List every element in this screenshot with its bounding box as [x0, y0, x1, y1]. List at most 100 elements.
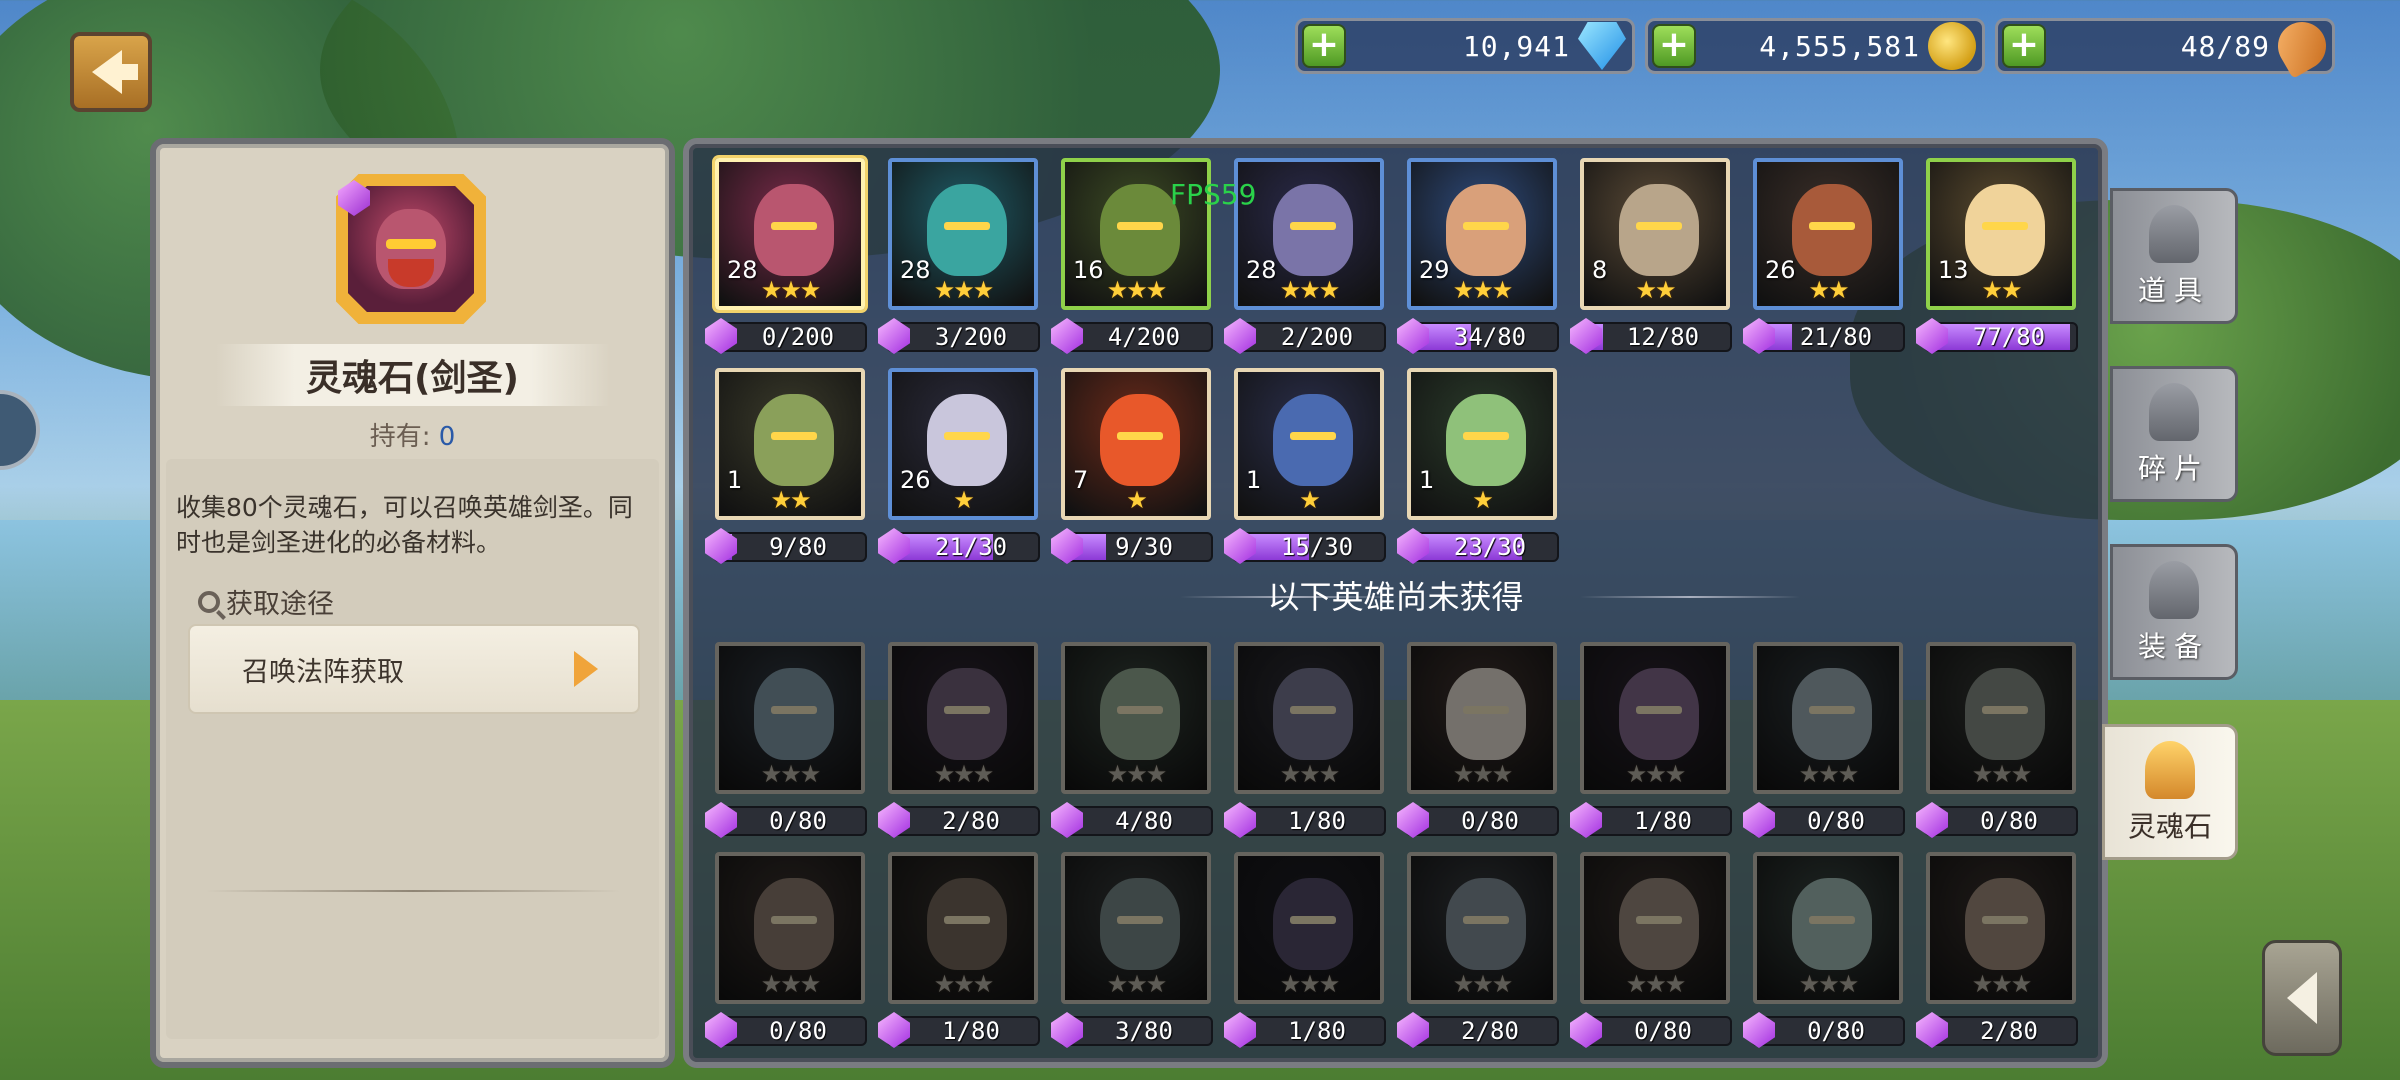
drumstick-icon	[2269, 13, 2335, 79]
hero-soulstone-tile[interactable]: 26 ★	[888, 368, 1038, 520]
tab-fragments[interactable]: 碎片	[2110, 366, 2238, 502]
soulstone-count: 23/30	[1453, 533, 1527, 561]
hero-soulstone-tile[interactable]: ★★★	[1753, 642, 1903, 794]
soulstone-count: 15/30	[1280, 533, 1354, 561]
tab-label: 碎片	[2137, 452, 2210, 485]
not-acquired-heading: 以下英雄尚未获得	[1267, 578, 1524, 616]
hero-eyes	[1982, 706, 2028, 714]
hero-soulstone-tile[interactable]: ★★★	[1580, 642, 1730, 794]
hero-soulstone-tile[interactable]: ★★★	[1926, 852, 2076, 1004]
hero-portrait-icon	[1792, 668, 1872, 760]
hero-portrait-icon	[1100, 184, 1180, 276]
hero-eyes	[1463, 706, 1509, 714]
tab-equipment[interactable]: 装备	[2110, 544, 2238, 680]
hero-portrait-icon	[1619, 878, 1699, 970]
hero-stars: ★★★	[1452, 276, 1514, 304]
hero-eyes	[1982, 916, 2028, 924]
arrow-right-icon	[574, 651, 598, 687]
back-arrow-icon	[92, 50, 138, 94]
collapse-button[interactable]	[2262, 940, 2342, 1056]
hero-eyes	[944, 706, 990, 714]
tab-label: 道具	[2137, 274, 2210, 307]
hero-soulstone-tile[interactable]: ★★★	[1234, 852, 1384, 1004]
soulstone-count: 0/200	[761, 323, 835, 351]
hero-eyes	[771, 916, 817, 924]
tab-items[interactable]: 道具	[2110, 188, 2238, 324]
hero-soulstone-tile[interactable]: ★★★	[1926, 642, 2076, 794]
hero-soulstone-tile[interactable]: 1 ★	[1234, 368, 1384, 520]
hero-eyes	[1463, 222, 1509, 230]
hero-eyes	[771, 222, 817, 230]
hero-stars: ★★★	[1106, 970, 1168, 998]
hero-soulstone-tile[interactable]: 29 ★★★	[1407, 158, 1557, 310]
gold-counter: + 4,555,581	[1645, 18, 1985, 74]
soulstone-count: 0/80	[1634, 1017, 1692, 1045]
hero-soulstone-tile[interactable]: ★★★	[888, 642, 1038, 794]
soulstone-count: 34/80	[1453, 323, 1527, 351]
add-diamonds-button[interactable]: +	[1302, 24, 1346, 68]
hero-soulstone-tile[interactable]: 28 ★★★	[1234, 158, 1384, 310]
hero-portrait-icon	[1792, 878, 1872, 970]
back-button[interactable]	[70, 32, 152, 112]
hero-portrait-icon	[1619, 668, 1699, 760]
hero-portrait-icon	[927, 878, 1007, 970]
hero-stars: ★★★	[1279, 760, 1341, 788]
add-gold-button[interactable]: +	[1652, 24, 1696, 68]
hero-eyes	[944, 916, 990, 924]
hero-stars: ★★★	[760, 276, 822, 304]
soulstone-count: 9/80	[769, 533, 827, 561]
hero-soulstone-tile[interactable]: ★★★	[1061, 642, 1211, 794]
hero-soulstone-tile[interactable]: ★★★	[1580, 852, 1730, 1004]
hero-soulstone-tile[interactable]: ★★★	[1407, 642, 1557, 794]
hero-eyes	[1463, 916, 1509, 924]
hero-portrait-icon	[1446, 394, 1526, 486]
hero-stars: ★★★	[1279, 970, 1341, 998]
soulstone-count: 1/80	[1288, 807, 1346, 835]
hero-stars: ★★★	[1625, 760, 1687, 788]
soulstone-count: 4/200	[1107, 323, 1181, 351]
add-stamina-button[interactable]: +	[2002, 24, 2046, 68]
hero-portrait-icon	[1273, 394, 1353, 486]
hero-soulstone-tile[interactable]: 8 ★★	[1580, 158, 1730, 310]
hero-portrait-icon	[1446, 668, 1526, 760]
helmet-icon	[2149, 383, 2199, 441]
hero-soulstone-tile[interactable]: 26 ★★	[1753, 158, 1903, 310]
hero-soulstone-tile[interactable]: ★★★	[715, 642, 865, 794]
hero-soulstone-tile[interactable]: ★★★	[1061, 852, 1211, 1004]
hero-eyes	[1809, 916, 1855, 924]
hero-soulstone-tile[interactable]: 7 ★	[1061, 368, 1211, 520]
hero-portrait-icon	[927, 394, 1007, 486]
hero-eyes	[1636, 706, 1682, 714]
hero-face-icon	[376, 209, 446, 289]
soulstone-count: 1/80	[1288, 1017, 1346, 1045]
hero-soulstone-tile[interactable]: 1 ★	[1407, 368, 1557, 520]
hero-soulstone-tile[interactable]: 28 ★★★	[715, 158, 865, 310]
hero-soulstone-tile[interactable]: ★★★	[1234, 642, 1384, 794]
hero-portrait-icon	[927, 184, 1007, 276]
diamond-value: 10,941	[1462, 29, 1570, 63]
hero-eyes	[1982, 222, 2028, 230]
hero-soulstone-tile[interactable]: ★★★	[1407, 852, 1557, 1004]
hero-soulstone-tile[interactable]: 1 ★★	[715, 368, 865, 520]
hero-soulstone-tile[interactable]: ★★★	[888, 852, 1038, 1004]
side-bubble[interactable]	[0, 390, 40, 470]
hero-soulstone-tile[interactable]: ★★★	[715, 852, 865, 1004]
hero-soulstone-tile[interactable]: 13 ★★	[1926, 158, 2076, 310]
hero-stars: ★★	[1808, 276, 1849, 304]
hero-stars: ★	[1472, 486, 1494, 514]
hero-soulstone-tile[interactable]: ★★★	[1753, 852, 1903, 1004]
hero-portrait-icon	[754, 668, 834, 760]
hero-portrait-icon	[1446, 878, 1526, 970]
hero-portrait-icon	[754, 878, 834, 970]
soulstone-count: 0/80	[1807, 1017, 1865, 1045]
tab-soulstones[interactable]: 灵魂石	[2102, 724, 2238, 860]
hero-stars: ★★★	[933, 970, 995, 998]
source-summon-button[interactable]: 召唤法阵获取	[188, 624, 640, 714]
soulstone-count: 77/80	[1972, 323, 2046, 351]
hero-soulstone-tile[interactable]: 28 ★★★	[888, 158, 1038, 310]
soulstone-count: 0/80	[1807, 807, 1865, 835]
soulstone-count: 2/200	[1280, 323, 1354, 351]
hero-portrait-icon	[1273, 668, 1353, 760]
divider	[206, 890, 620, 892]
hero-portrait-icon	[1619, 184, 1699, 276]
